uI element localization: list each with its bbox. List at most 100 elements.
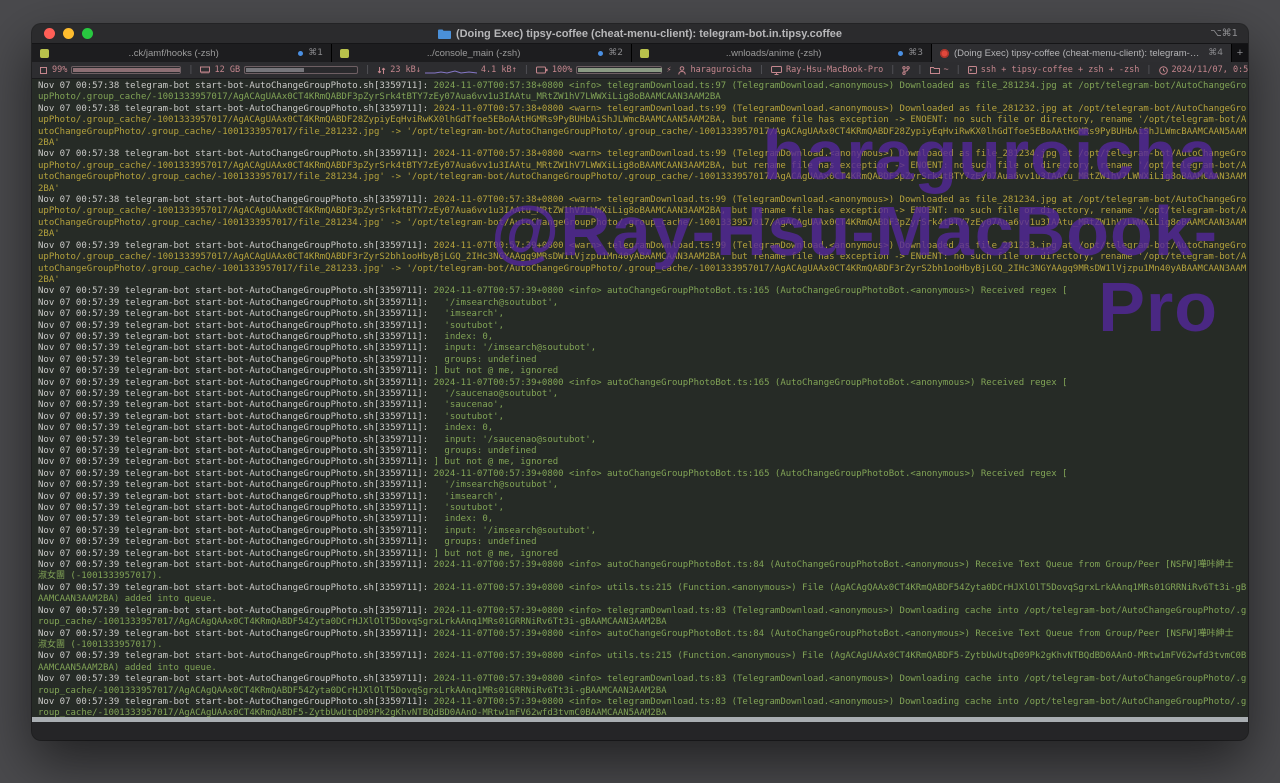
log-line: Nov 07 00:57:39 telegram-bot start-bot-A…	[38, 435, 1242, 446]
log-line: Nov 07 00:57:39 telegram-bot start-bot-A…	[38, 560, 1242, 571]
log-line: upPhoto/.group_cache/-1001333957017/AgAC…	[38, 252, 1242, 263]
clock-icon	[1159, 66, 1168, 75]
host-status: Ray-Hsu-MacBook-Pro	[771, 62, 883, 78]
tab-downloads-anime[interactable]: ..wnloads/anime (-zsh) ⌘3	[632, 44, 932, 62]
tab-label: ..wnloads/anime (-zsh)	[654, 48, 893, 59]
separator: |	[365, 62, 370, 78]
tab-jamf-hooks[interactable]: ..ck/jamf/hooks (-zsh) ⌘1	[32, 44, 332, 62]
tab-console-main[interactable]: ../console_main (-zsh) ⌘2	[332, 44, 632, 62]
cpu-bar-fill	[73, 68, 180, 72]
title-bar[interactable]: (Doing Exec) tipsy-coffee (cheat-menu-cl…	[32, 24, 1248, 44]
tab-shortcut: ⌘4	[1208, 48, 1223, 58]
tab-label: ..ck/jamf/hooks (-zsh)	[54, 48, 293, 59]
log-line: roup_cache/-1001333957017/AgACAgQAAx0CT4…	[38, 617, 1242, 628]
log-line: Nov 07 00:57:39 telegram-bot start-bot-A…	[38, 583, 1242, 594]
log-line: Nov 07 00:57:39 telegram-bot start-bot-A…	[38, 526, 1242, 537]
prompt-icon	[968, 66, 977, 74]
zoom-button[interactable]	[82, 28, 93, 39]
minimize-button[interactable]	[63, 28, 74, 39]
log-line: Nov 07 00:57:39 telegram-bot start-bot-A…	[38, 480, 1242, 491]
close-button[interactable]	[44, 28, 55, 39]
log-line: 淑女團 (-1001333957017).	[38, 571, 1242, 582]
battery-status: 100% ⚡	[536, 62, 672, 78]
log-line: upPhoto/.group_cache/-1001333957017/AgAC…	[38, 92, 1242, 103]
zsh-icon	[640, 49, 649, 58]
tab-shortcut: ⌘3	[908, 48, 923, 58]
log-line: 2BA'	[38, 184, 1242, 195]
git-branch-icon	[902, 66, 910, 75]
log-line: utoChangeGroupPhoto/.group_cache/-100133…	[38, 172, 1242, 183]
log-line: Nov 07 00:57:39 telegram-bot start-bot-A…	[38, 241, 1242, 252]
log-line: AAMCAAN3AAM2BA) added into queue.	[38, 594, 1242, 605]
clock-value: 2024/11/07, 0:57:39	[1172, 62, 1248, 78]
tab-tipsy-coffee-active[interactable]: (Doing Exec) tipsy-coffee (cheat-menu-cl…	[932, 44, 1232, 62]
activity-dot-icon	[898, 51, 903, 56]
log-line: upPhoto/.group_cache/-1001333957017/AgAC…	[38, 206, 1242, 217]
cpu-status: 99%	[39, 62, 181, 78]
log-line: roup_cache/-1001333957017/AgACAgUAAx0CT4…	[38, 708, 1242, 717]
log-line: Nov 07 00:57:39 telegram-bot start-bot-A…	[38, 651, 1242, 662]
log-line: roup_cache/-1001333957017/AgACAgQAAx0CT4…	[38, 686, 1242, 697]
log-line: 2BA'	[38, 275, 1242, 286]
memory-icon	[200, 66, 210, 74]
terminal-window: (Doing Exec) tipsy-coffee (cheat-menu-cl…	[32, 24, 1248, 740]
log-line: Nov 07 00:57:39 telegram-bot start-bot-A…	[38, 606, 1242, 617]
terminal-screen[interactable]: Nov 07 00:57:38 telegram-bot start-bot-A…	[32, 79, 1248, 717]
memory-value: 12 GB	[214, 62, 240, 78]
cpu-bar	[71, 66, 181, 74]
host-value: Ray-Hsu-MacBook-Pro	[786, 62, 883, 78]
user-status: haraguroicha	[678, 62, 751, 78]
separator: |	[1146, 62, 1151, 78]
tab-shortcut: ⌘2	[608, 48, 623, 58]
log-line: Nov 07 00:57:39 telegram-bot start-bot-A…	[38, 309, 1242, 320]
log-line: Nov 07 00:57:39 telegram-bot start-bot-A…	[38, 378, 1242, 389]
separator: |	[524, 62, 529, 78]
log-line: 淑女團 (-1001333957017).	[38, 640, 1242, 651]
directory-status: ~	[930, 62, 949, 78]
log-line: Nov 07 00:57:38 telegram-bot start-bot-A…	[38, 104, 1242, 115]
log-line: utoChangeGroupPhoto/.group_cache/-100133…	[38, 264, 1242, 275]
log-line: Nov 07 00:57:39 telegram-bot start-bot-A…	[38, 469, 1242, 480]
memory-status: 12 GB	[200, 62, 358, 78]
tab-shortcut: ⌘1	[308, 48, 323, 58]
log-line: AAMCAAN5AAM2BA) added into queue.	[38, 663, 1242, 674]
tab-label: ../console_main (-zsh)	[354, 48, 593, 59]
folder-icon	[438, 29, 451, 39]
log-line: Nov 07 00:57:39 telegram-bot start-bot-A…	[38, 298, 1242, 309]
display-icon	[771, 66, 782, 75]
window-shortcut: ⌥⌘1	[1210, 24, 1238, 43]
log-line: Nov 07 00:57:39 telegram-bot start-bot-A…	[38, 400, 1242, 411]
zsh-icon	[340, 49, 349, 58]
zsh-icon	[40, 49, 49, 58]
battery-bar-fill	[578, 68, 662, 72]
log-line: Nov 07 00:57:39 telegram-bot start-bot-A…	[38, 446, 1242, 457]
log-line: Nov 07 00:57:39 telegram-bot start-bot-A…	[38, 366, 1242, 377]
session-status: ssh + tipsy-coffee + zsh + -zsh	[968, 62, 1140, 78]
battery-bar	[576, 66, 662, 74]
directory-value: ~	[944, 62, 949, 78]
log-line: Nov 07 00:57:39 telegram-bot start-bot-A…	[38, 412, 1242, 423]
log-line: utoChangeGroupPhoto/.group_cache/-100133…	[38, 218, 1242, 229]
new-tab-button[interactable]: +	[1232, 44, 1248, 62]
window-title-area: (Doing Exec) tipsy-coffee (cheat-menu-cl…	[32, 24, 1248, 43]
log-line: upPhoto/.group_cache/-1001333957017/AgAC…	[38, 161, 1242, 172]
log-line: upPhoto/.group_cache/-1001333957017/AgAC…	[38, 115, 1242, 126]
log-line: Nov 07 00:57:39 telegram-bot start-bot-A…	[38, 423, 1242, 434]
cpu-value: 99%	[52, 62, 67, 78]
window-bottom-chrome	[32, 722, 1248, 740]
log-line: 2BA'	[38, 138, 1242, 149]
separator: |	[759, 62, 764, 78]
git-status	[902, 66, 910, 75]
log-line: Nov 07 00:57:39 telegram-bot start-bot-A…	[38, 697, 1242, 708]
user-icon	[678, 66, 686, 75]
log-line: Nov 07 00:57:39 telegram-bot start-bot-A…	[38, 321, 1242, 332]
log-line: Nov 07 00:57:39 telegram-bot start-bot-A…	[38, 389, 1242, 400]
window-title: (Doing Exec) tipsy-coffee (cheat-menu-cl…	[456, 28, 842, 40]
status-bar-right: haraguroicha | Ray-Hsu-MacBook-Pro | | ~…	[678, 62, 1248, 78]
log-line: Nov 07 00:57:39 telegram-bot start-bot-A…	[38, 492, 1242, 503]
memory-bar-fill	[246, 68, 304, 72]
separator: |	[956, 62, 961, 78]
log-line: Nov 07 00:57:39 telegram-bot start-bot-A…	[38, 549, 1242, 560]
terminal-log: Nov 07 00:57:38 telegram-bot start-bot-A…	[38, 81, 1242, 717]
session-value: ssh + tipsy-coffee + zsh + -zsh	[981, 62, 1140, 78]
